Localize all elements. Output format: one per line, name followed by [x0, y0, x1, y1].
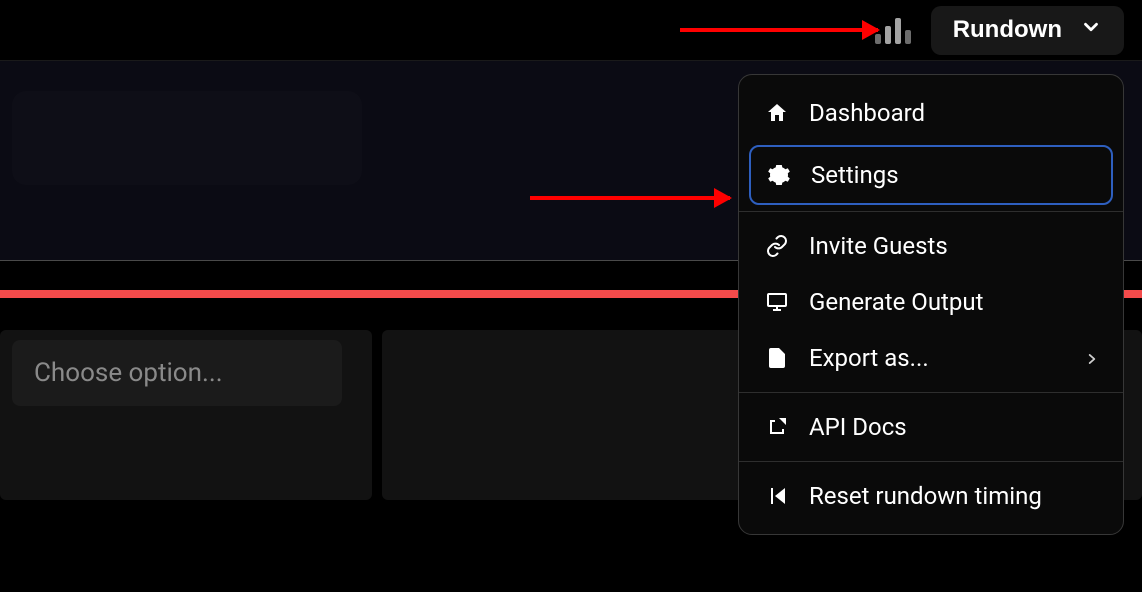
menu-item-api-docs[interactable]: API Docs: [739, 399, 1123, 455]
rundown-label: Rundown: [953, 16, 1062, 44]
menu-label: Export as...: [809, 344, 929, 372]
chevron-down-icon: [1080, 16, 1102, 45]
menu-label: Settings: [811, 161, 899, 189]
menu-label: API Docs: [809, 413, 907, 441]
annotation-arrow-1: [680, 28, 878, 32]
external-link-icon: [763, 415, 791, 439]
menu-item-dashboard[interactable]: Dashboard: [739, 85, 1123, 141]
gear-icon: [765, 163, 793, 187]
topbar: Rundown: [0, 0, 1142, 60]
menu-separator: [739, 211, 1123, 212]
monitor-icon: [763, 290, 791, 314]
home-icon: [763, 101, 791, 125]
signal-icon: [875, 16, 911, 44]
choose-option-select[interactable]: Choose option...: [12, 340, 342, 406]
option-cell[interactable]: Choose option...: [0, 330, 372, 500]
menu-label: Reset rundown timing: [809, 482, 1042, 510]
menu-label: Dashboard: [809, 99, 925, 127]
menu-separator: [739, 392, 1123, 393]
menu-item-generate-output[interactable]: Generate Output: [739, 274, 1123, 330]
menu-label: Generate Output: [809, 288, 983, 316]
panel-block: [12, 91, 362, 185]
rundown-menu: Dashboard Settings Invite Guests Generat…: [738, 74, 1124, 535]
menu-label: Invite Guests: [809, 232, 948, 260]
menu-item-reset-timing[interactable]: Reset rundown timing: [739, 468, 1123, 524]
chevron-right-icon: [1085, 344, 1099, 372]
link-icon: [763, 234, 791, 258]
menu-separator: [739, 461, 1123, 462]
annotation-arrow-2: [530, 196, 730, 200]
menu-item-invite-guests[interactable]: Invite Guests: [739, 218, 1123, 274]
rundown-dropdown-button[interactable]: Rundown: [931, 6, 1124, 55]
menu-item-settings[interactable]: Settings: [749, 145, 1113, 205]
menu-item-export-as[interactable]: Export as...: [739, 330, 1123, 386]
skip-back-icon: [763, 484, 791, 508]
export-icon: [763, 346, 791, 370]
